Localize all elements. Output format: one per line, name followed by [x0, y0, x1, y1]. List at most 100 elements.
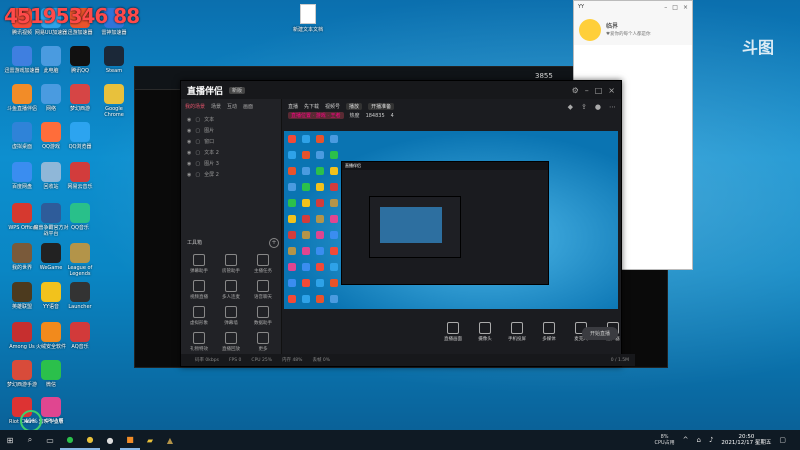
- minimize-icon[interactable]: –: [585, 86, 589, 95]
- layer-item[interactable]: ◉ ▢ 窗口: [181, 136, 281, 147]
- mini-app-icon: [330, 279, 338, 287]
- avatar[interactable]: [579, 19, 601, 41]
- taskbar-qq-icon[interactable]: ●: [100, 430, 120, 450]
- desktop-icon[interactable]: Launcher: [62, 282, 98, 310]
- volume-icon[interactable]: ♪: [709, 436, 713, 444]
- scene-tab[interactable]: 我的场景: [185, 103, 205, 110]
- mini-app-icon: [330, 199, 338, 207]
- eye-icon[interactable]: ◉: [187, 128, 191, 134]
- tool-button[interactable]: 房管助手: [215, 254, 247, 274]
- layer-item[interactable]: ◉ ▢ 文本 2: [181, 147, 281, 158]
- desktop-icon[interactable]: Google Chrome: [96, 84, 132, 118]
- go-live-button[interactable]: 开始直播: [582, 327, 619, 340]
- lock-icon[interactable]: ▢: [195, 150, 200, 156]
- layer-item[interactable]: ◉ ▢ 文本: [181, 114, 281, 125]
- tool-button[interactable]: 语音聊天: [247, 280, 279, 300]
- desktop-icon[interactable]: Steam: [96, 46, 132, 74]
- gift-icon[interactable]: ◆: [568, 103, 573, 111]
- desktop-file-new-text[interactable]: 新建文本文档: [288, 4, 328, 33]
- source-button[interactable]: 直播画面: [442, 322, 464, 342]
- tool-button[interactable]: 主播任务: [247, 254, 279, 274]
- tool-button[interactable]: 数据助手: [247, 306, 279, 326]
- tool-icon: [257, 280, 269, 292]
- tool-button[interactable]: 弹幕墙: [215, 306, 247, 326]
- notification-icon[interactable]: ▢: [779, 436, 786, 444]
- taskbar-wechat-icon[interactable]: ●: [60, 430, 80, 450]
- clock[interactable]: 20:50 2021/12/17 星期五: [721, 434, 771, 447]
- brand-logo: 斗图: [741, 38, 774, 57]
- search-icon[interactable]: ⌕: [20, 430, 40, 450]
- desktop-icon[interactable]: 网易云音乐: [62, 162, 98, 190]
- more-icon[interactable]: ⋯: [609, 103, 616, 111]
- cpu-monitor-widget[interactable]: 49% CPU占用: [20, 410, 63, 432]
- scene-tabs: 我的场景 场景 互动 画面: [181, 99, 281, 114]
- stream-preview[interactable]: 直播伴侣: [284, 131, 618, 309]
- mini-app-icon: [302, 199, 310, 207]
- stream-category[interactable]: 直播位置 · 游戏 · 王者: [288, 112, 344, 119]
- scene-tab[interactable]: 场景: [211, 103, 221, 110]
- info-item[interactable]: 视频号: [325, 103, 340, 110]
- desktop-icon[interactable]: 腾讯QQ: [62, 46, 98, 74]
- share-icon[interactable]: ⇪: [581, 103, 587, 111]
- source-button[interactable]: 摄像头: [474, 322, 496, 342]
- info-tag[interactable]: 播放: [346, 103, 363, 110]
- layer-item[interactable]: ◉ ▢ 图片 3: [181, 158, 281, 169]
- scene-tab[interactable]: 画面: [243, 103, 253, 110]
- tray-cpu[interactable]: 8% CPU占用: [654, 434, 674, 446]
- add-tool-icon[interactable]: +: [269, 238, 279, 248]
- bell-icon[interactable]: ●: [595, 103, 601, 111]
- desktop-icon[interactable]: QQ浏览器: [62, 122, 98, 150]
- maximize-icon[interactable]: □: [672, 4, 678, 11]
- source-button[interactable]: 手机投屏: [506, 322, 528, 342]
- tool-button[interactable]: 更多: [247, 332, 279, 352]
- tool-button[interactable]: 礼物特效: [183, 332, 215, 352]
- close-icon[interactable]: ×: [683, 4, 688, 11]
- start-button[interactable]: ⊞: [0, 430, 20, 450]
- info-title-field[interactable]: 开播准备: [368, 103, 395, 110]
- close-icon[interactable]: ×: [608, 86, 615, 95]
- tool-button[interactable]: 虚拟形象: [183, 306, 215, 326]
- tool-button[interactable]: 多人连麦: [215, 280, 247, 300]
- tool-button[interactable]: 弹幕助手: [183, 254, 215, 274]
- taskbar-lol-icon[interactable]: ▲: [160, 430, 180, 450]
- lock-icon[interactable]: ▢: [195, 139, 200, 145]
- desktop-icon[interactable]: League of Legends: [62, 243, 98, 277]
- eye-icon[interactable]: ◉: [187, 172, 191, 178]
- layer-item[interactable]: ◉ ▢ 图片: [181, 125, 281, 136]
- lock-icon[interactable]: ▢: [195, 117, 200, 123]
- desktop-icon[interactable]: AQ音乐: [62, 322, 98, 350]
- tool-button[interactable]: 视频直播: [183, 280, 215, 300]
- network-icon[interactable]: ⌂: [697, 436, 701, 444]
- maximize-icon[interactable]: □: [595, 86, 603, 95]
- taskbar-chrome-icon[interactable]: ●: [80, 430, 100, 450]
- info-item[interactable]: 直播: [288, 103, 298, 110]
- source-button[interactable]: 多媒体: [538, 322, 560, 342]
- scene-tab[interactable]: 互动: [227, 103, 237, 110]
- app-icon: [12, 84, 32, 104]
- info-item[interactable]: 先下载: [304, 103, 319, 110]
- eye-icon[interactable]: ◉: [187, 150, 191, 156]
- eye-icon[interactable]: ◉: [187, 117, 191, 123]
- chat-signature: ♥爱你的每个人都是你: [606, 32, 651, 37]
- lock-icon[interactable]: ▢: [195, 128, 200, 134]
- desktop-icon[interactable]: 微信: [33, 360, 69, 388]
- layer-item[interactable]: ◉ ▢ 全屏 2: [181, 169, 281, 180]
- eye-icon[interactable]: ◉: [187, 161, 191, 167]
- chevron-up-icon[interactable]: ^: [683, 436, 689, 444]
- mini-app-icon: [316, 151, 324, 159]
- settings-icon[interactable]: ⚙: [572, 86, 579, 95]
- taskbar-folder-icon[interactable]: ▰: [140, 430, 160, 450]
- mini-app-icon: [288, 199, 296, 207]
- minimize-icon[interactable]: –: [664, 4, 667, 11]
- desktop-icon[interactable]: QQ音乐: [62, 203, 98, 231]
- lock-icon[interactable]: ▢: [195, 172, 200, 178]
- taskbar-douyu-icon[interactable]: ■: [120, 430, 140, 450]
- task-view-icon[interactable]: ▭: [40, 430, 60, 450]
- desktop-icon[interactable]: 梦幻西游: [62, 84, 98, 112]
- desktop-icon-label: 梦幻西游: [69, 106, 90, 112]
- tool-button[interactable]: 直播回放: [215, 332, 247, 352]
- eye-icon[interactable]: ◉: [187, 139, 191, 145]
- mini-app-icon: [330, 167, 338, 175]
- lock-icon[interactable]: ▢: [195, 161, 200, 167]
- stream-studio-window[interactable]: 直播伴侣 新版 ⚙ – □ × 我的场景 场景 互动 画面 ◉ ▢ 文本 ◉ ▢ 图片 ◉ ▢ 窗口 ◉…: [180, 80, 635, 367]
